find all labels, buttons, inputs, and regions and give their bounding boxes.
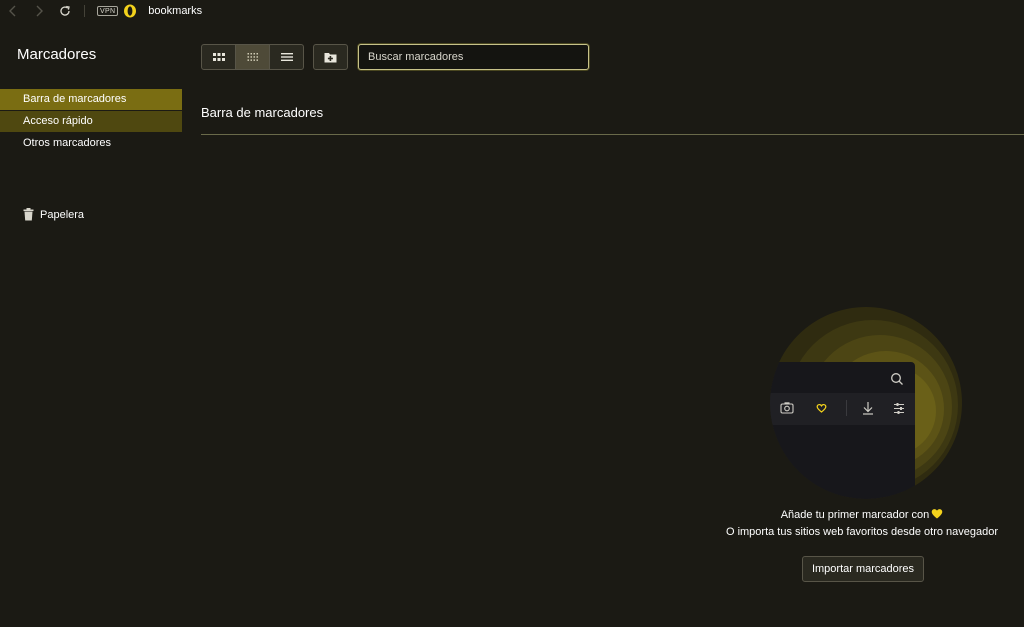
- small-grid-view-button[interactable]: [236, 45, 270, 69]
- forward-button[interactable]: [26, 0, 52, 22]
- illustration-toolbar: [770, 393, 915, 425]
- add-folder-icon: [324, 52, 337, 62]
- illustration-browser-panel: [770, 362, 915, 499]
- new-folder-button[interactable]: [313, 44, 348, 70]
- reload-icon: [60, 5, 70, 16]
- view-mode-toggle: [201, 44, 304, 70]
- chevron-left-icon: [9, 5, 16, 17]
- heart-icon: [932, 509, 943, 519]
- sidebar-title: Marcadores: [17, 46, 97, 63]
- illustration-separator: [846, 400, 847, 416]
- vpn-badge[interactable]: VPN: [97, 6, 119, 16]
- import-bookmarks-button[interactable]: Importar marcadores: [802, 556, 924, 582]
- reload-button[interactable]: [52, 0, 78, 22]
- trash-label: Papelera: [40, 208, 85, 221]
- search-input[interactable]: [358, 44, 589, 70]
- back-button[interactable]: [0, 0, 26, 22]
- list-view-button[interactable]: [270, 45, 303, 69]
- large-grid-icon: [212, 53, 225, 61]
- empty-state-illustration: [770, 307, 962, 499]
- empty-state-submessage: O importa tus sitios web favoritos desde…: [725, 526, 999, 538]
- list-icon: [280, 53, 293, 61]
- address-bar: VPN bookmarks: [0, 0, 1024, 22]
- large-grid-view-button[interactable]: [202, 45, 236, 69]
- sidebar-item-other-bookmarks[interactable]: Otros marcadores: [0, 133, 182, 154]
- sidebar-item-bookmarks-bar[interactable]: Barra de marcadores: [0, 89, 182, 110]
- opera-logo-icon: [124, 4, 137, 18]
- trash-icon: [23, 208, 34, 221]
- chevron-right-icon: [36, 5, 43, 17]
- empty-state-message: Añade tu primer marcador con: [700, 508, 1024, 521]
- sidebar-item-trash[interactable]: Papelera: [23, 208, 84, 221]
- address-separator: [84, 5, 85, 17]
- url-text[interactable]: bookmarks: [148, 5, 202, 17]
- settings-sliders-icon: [894, 403, 904, 414]
- content-divider: [201, 134, 1024, 135]
- sidebar-item-speed-dial[interactable]: Acceso rápido: [0, 111, 182, 132]
- sidebar: Marcadores Barra de marcadores Acceso rá…: [0, 22, 182, 627]
- content-title: Barra de marcadores: [201, 105, 324, 120]
- small-grid-icon: [247, 53, 258, 61]
- empty-state-message-text: Añade tu primer marcador con: [780, 509, 930, 521]
